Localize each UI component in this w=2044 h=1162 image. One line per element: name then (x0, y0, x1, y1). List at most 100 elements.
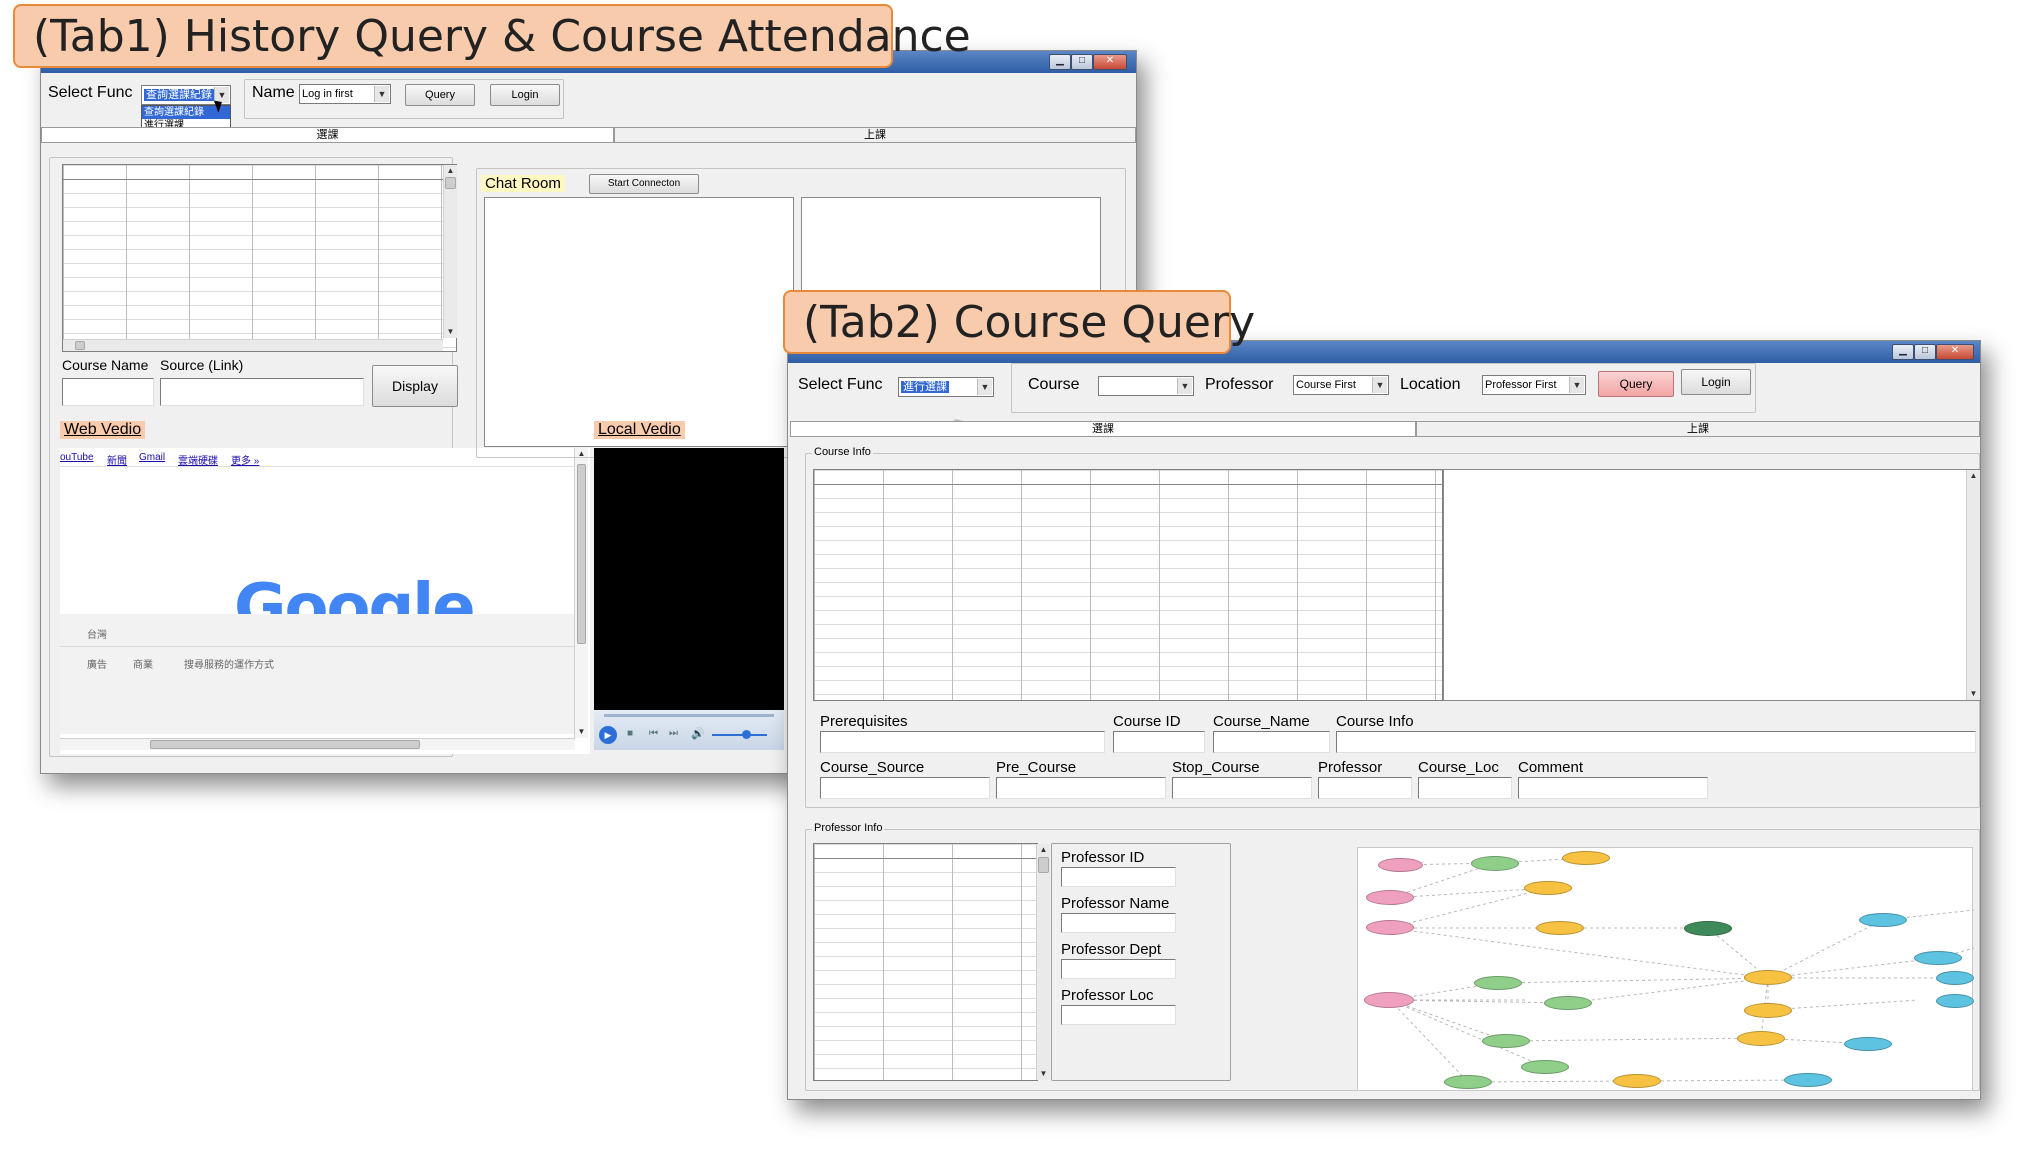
query-button[interactable]: Query (405, 84, 475, 106)
maximize-icon[interactable]: □ (1914, 344, 1936, 360)
chevron-down-icon[interactable]: ▼ (1177, 378, 1192, 394)
arrow-up-icon[interactable]: ▲ (1967, 470, 1980, 482)
volume-slider[interactable] (712, 734, 767, 736)
course-name-input[interactable] (62, 378, 154, 406)
graph-node[interactable] (1366, 890, 1414, 905)
graph-node[interactable] (1471, 856, 1519, 871)
tab-attendance[interactable]: 上課 (1416, 421, 1980, 436)
volume-knob[interactable] (742, 730, 751, 739)
graph-node[interactable] (1378, 858, 1423, 872)
minimize-icon[interactable]: ▁ (1049, 54, 1071, 70)
graph-node[interactable] (1562, 851, 1610, 865)
professor-id-input[interactable] (1061, 867, 1176, 887)
name-combo[interactable]: Log in first ▼ (299, 84, 391, 104)
next-icon[interactable]: ⏭ (669, 728, 678, 739)
course-combo[interactable]: ▼ (1098, 376, 1194, 396)
scroll-thumb[interactable] (1038, 857, 1049, 873)
course-grid[interactable] (813, 469, 1443, 701)
tab-course-selection[interactable]: 選課 (790, 421, 1416, 436)
link-more[interactable]: 更多 » (231, 452, 259, 467)
stop-course-input[interactable] (1172, 777, 1312, 799)
graph-node[interactable] (1524, 881, 1572, 895)
course-id-input[interactable] (1113, 731, 1205, 753)
scroll-thumb[interactable] (75, 341, 85, 350)
graph-node[interactable] (1936, 971, 1974, 985)
arrow-down-icon[interactable]: ▼ (1037, 1068, 1050, 1080)
professor-grid-vscroll[interactable]: ▲ ▼ (1036, 844, 1050, 1080)
play-icon[interactable]: ▶ (599, 726, 617, 744)
select-func-combo[interactable]: 進行選課 ▼ (898, 377, 994, 397)
graph-node[interactable] (1914, 951, 1962, 965)
history-grid-hscroll[interactable] (63, 339, 443, 351)
local-video-player[interactable] (594, 448, 784, 710)
graph-node[interactable] (1744, 1003, 1792, 1018)
arrow-down-icon[interactable]: ▼ (444, 326, 457, 338)
graph-node[interactable] (1859, 913, 1907, 927)
arrow-down-icon[interactable]: ▼ (575, 726, 588, 738)
course-name-input[interactable] (1213, 731, 1330, 753)
maximize-icon[interactable]: □ (1071, 54, 1093, 70)
graph-node[interactable] (1613, 1074, 1661, 1088)
course-info-input[interactable] (1336, 731, 1976, 753)
professor-grid[interactable] (813, 843, 1038, 1081)
arrow-up-icon[interactable]: ▲ (1037, 844, 1050, 856)
close-icon[interactable]: ✕ (1093, 54, 1127, 70)
course-grid-vscroll[interactable]: ▲ ▼ (1966, 470, 1980, 700)
browser-vscroll[interactable]: ▲ ▼ (574, 448, 588, 738)
chat-messages-box[interactable] (484, 197, 794, 447)
graph-node[interactable] (1521, 1060, 1569, 1074)
graph-node[interactable] (1744, 970, 1792, 985)
tab-attendance[interactable]: 上課 (614, 127, 1136, 142)
tab-course-selection[interactable]: 選課 (41, 127, 614, 142)
professor-combo[interactable]: Course First ▼ (1293, 375, 1389, 395)
chevron-down-icon[interactable]: ▼ (1569, 377, 1584, 393)
graph-node[interactable] (1366, 920, 1414, 935)
link-youtube[interactable]: ouTube (60, 452, 94, 463)
graph-node[interactable] (1737, 1031, 1785, 1046)
course-source-input[interactable] (820, 777, 990, 799)
scroll-thumb[interactable] (445, 177, 456, 189)
graph-node[interactable] (1784, 1073, 1832, 1087)
browser-hscroll[interactable] (60, 738, 575, 750)
seek-bar[interactable] (604, 714, 774, 717)
professor-input[interactable] (1318, 777, 1412, 799)
graph-node[interactable] (1844, 1037, 1892, 1051)
scroll-thumb[interactable] (577, 464, 586, 644)
login-button[interactable]: Login (490, 84, 560, 106)
graph-node[interactable] (1536, 921, 1584, 935)
comment-input[interactable] (1518, 777, 1708, 799)
graph-node[interactable] (1364, 992, 1414, 1008)
source-link-input[interactable] (160, 378, 364, 406)
pre-course-input[interactable] (996, 777, 1166, 799)
login-button[interactable]: Login (1681, 369, 1751, 395)
graph-node[interactable] (1444, 1075, 1492, 1089)
web-browser[interactable]: ouTube 新聞 Gmail 雲端硬碟 更多 » Google 台灣 廣告 商… (60, 448, 590, 754)
course-detail-box[interactable] (1443, 469, 1980, 701)
volume-icon[interactable]: 🔊 (691, 727, 705, 740)
graph-node[interactable] (1482, 1034, 1530, 1048)
chevron-down-icon[interactable]: ▼ (1372, 377, 1387, 393)
graph-node[interactable] (1684, 921, 1732, 936)
relationship-graph[interactable] (1357, 847, 1974, 1091)
start-connection-button[interactable]: Start Connecton (589, 174, 699, 194)
course-loc-input[interactable] (1418, 777, 1512, 799)
professor-dept-input[interactable] (1061, 959, 1176, 979)
graph-node[interactable] (1474, 976, 1522, 990)
link-news[interactable]: 新聞 (107, 452, 127, 467)
arrow-down-icon[interactable]: ▼ (1967, 688, 1980, 700)
stop-icon[interactable]: ■ (627, 728, 633, 739)
history-grid-vscroll[interactable]: ▲ ▼ (443, 165, 457, 338)
previous-icon[interactable]: ⏮ (649, 728, 658, 739)
arrow-up-icon[interactable]: ▲ (444, 165, 457, 177)
link-drive[interactable]: 雲端硬碟 (178, 452, 218, 467)
history-grid[interactable] (62, 164, 457, 352)
professor-name-input[interactable] (1061, 913, 1176, 933)
professor-loc-input[interactable] (1061, 1005, 1176, 1025)
minimize-icon[interactable]: ▁ (1892, 344, 1914, 360)
prerequisites-input[interactable] (820, 731, 1105, 753)
footer-how-search-works[interactable]: 搜尋服務的運作方式 (184, 656, 274, 671)
scroll-thumb[interactable] (150, 740, 420, 749)
link-gmail[interactable]: Gmail (139, 452, 165, 463)
query-button[interactable]: Query (1598, 371, 1674, 397)
graph-node[interactable] (1936, 994, 1974, 1008)
